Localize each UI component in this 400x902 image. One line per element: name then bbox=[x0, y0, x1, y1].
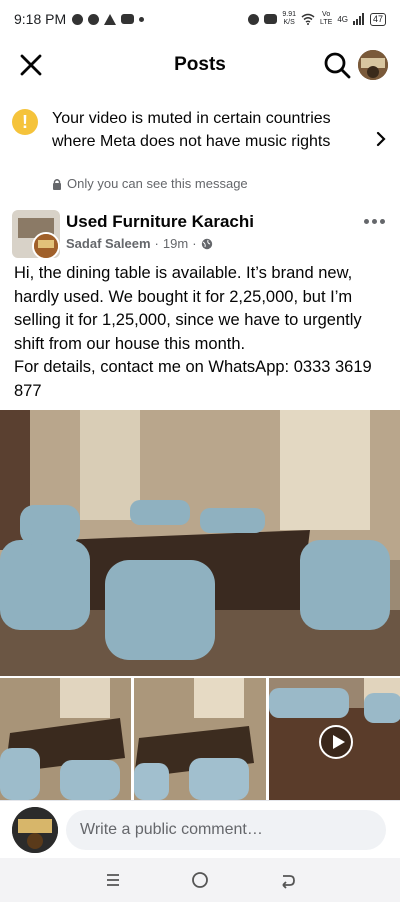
thumbnail-image bbox=[0, 678, 132, 800]
system-nav-bar bbox=[0, 858, 400, 902]
chat-icon bbox=[72, 13, 84, 25]
app-header: Posts bbox=[0, 40, 400, 90]
recent-apps-icon[interactable] bbox=[103, 870, 123, 890]
close-icon[interactable] bbox=[18, 52, 44, 78]
signal-icon bbox=[352, 13, 364, 25]
meta-separator: · bbox=[154, 236, 159, 251]
visibility-text: Only you can see this message bbox=[67, 176, 248, 191]
author-name[interactable]: Sadaf Saleem bbox=[66, 236, 151, 251]
post-meta: Sadaf Saleem · 19m · bbox=[66, 236, 213, 251]
more-options-icon[interactable] bbox=[364, 215, 388, 227]
author-avatar[interactable] bbox=[32, 232, 60, 260]
comment-bar: Write a public comment… bbox=[0, 800, 400, 858]
system-icons: 9.91 K/S Vo LTE 4G 47 bbox=[248, 11, 386, 27]
meta-separator: · bbox=[192, 236, 197, 251]
notification-icons bbox=[72, 13, 145, 25]
alarm-icon bbox=[248, 13, 260, 25]
wifi-icon bbox=[301, 13, 315, 25]
notice-visibility: Only you can see this message bbox=[52, 176, 248, 191]
dot-icon bbox=[139, 16, 145, 22]
photo-thumbnails bbox=[0, 678, 400, 800]
signal-label: 4G bbox=[337, 14, 348, 24]
group-name[interactable]: Used Furniture Karachi bbox=[66, 212, 254, 232]
video-thumbnail[interactable] bbox=[268, 678, 400, 800]
lock-icon bbox=[53, 178, 61, 190]
warning-icon bbox=[104, 13, 117, 25]
post-photo-main[interactable] bbox=[0, 410, 400, 676]
dining-table-photo bbox=[0, 410, 400, 676]
globe-icon bbox=[201, 238, 212, 249]
nfc-icon bbox=[264, 14, 278, 24]
profile-avatar[interactable] bbox=[358, 50, 388, 80]
avatar-image bbox=[358, 50, 388, 80]
post-text: Hi, the dining table is available. It’s … bbox=[14, 264, 372, 400]
post-header: Used Furniture Karachi Sadaf Saleem · 19… bbox=[0, 205, 400, 265]
exclamation-icon: ! bbox=[12, 109, 38, 135]
youtube-icon bbox=[121, 14, 135, 24]
notice-text: Your video is muted in certain countries… bbox=[52, 110, 331, 150]
photo-thumbnail[interactable] bbox=[0, 678, 132, 800]
network-speed: 9.91 K/S bbox=[282, 11, 296, 26]
facebook-icon bbox=[88, 13, 100, 25]
thumbnail-image bbox=[134, 678, 266, 800]
play-icon[interactable] bbox=[318, 725, 353, 759]
photo-thumbnail[interactable] bbox=[134, 678, 266, 800]
home-icon[interactable] bbox=[190, 870, 210, 890]
volte-label: Vo LTE bbox=[319, 11, 333, 26]
battery-indicator: 47 bbox=[369, 12, 386, 26]
muted-video-notice[interactable]: ! Your video is muted in certain countri… bbox=[0, 100, 400, 200]
post-time[interactable]: 19m bbox=[163, 236, 188, 251]
back-icon[interactable] bbox=[277, 870, 297, 890]
status-time: 9:18 PM bbox=[14, 11, 67, 27]
chevron-right-icon[interactable] bbox=[374, 130, 388, 148]
comment-input[interactable]: Write a public comment… bbox=[66, 810, 386, 850]
commenter-avatar bbox=[12, 807, 58, 853]
search-icon[interactable] bbox=[322, 50, 352, 80]
status-bar: 9:18 PM 9.91 K/S Vo LTE 4G 47 bbox=[0, 0, 400, 38]
